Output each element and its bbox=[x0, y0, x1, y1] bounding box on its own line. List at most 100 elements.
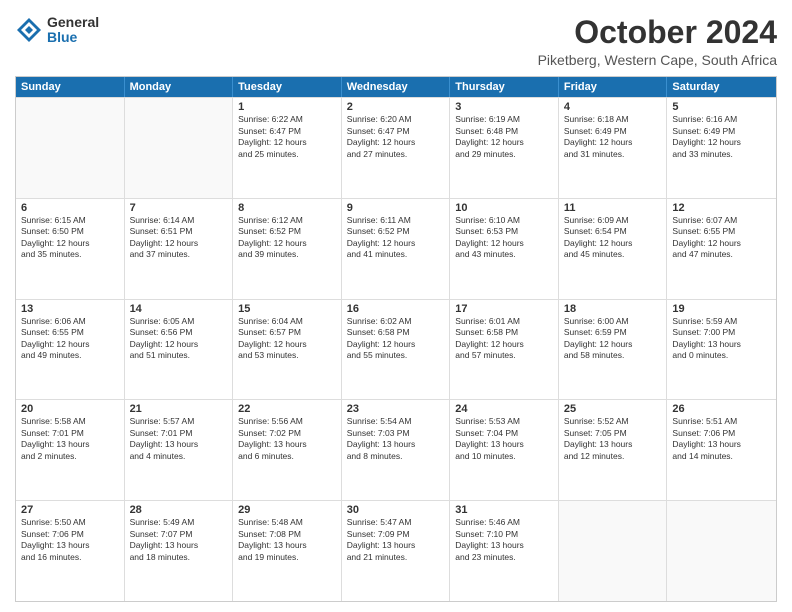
day-number: 15 bbox=[238, 303, 336, 315]
day-info: Sunrise: 5:56 AMSunset: 7:02 PMDaylight:… bbox=[238, 416, 336, 462]
day-number: 28 bbox=[130, 504, 228, 516]
logo-text: General Blue bbox=[47, 15, 99, 46]
day-number: 6 bbox=[21, 202, 119, 214]
day-info: Sunrise: 6:02 AMSunset: 6:58 PMDaylight:… bbox=[347, 316, 445, 362]
cal-cell-day-7: 7Sunrise: 6:14 AMSunset: 6:51 PMDaylight… bbox=[125, 199, 234, 299]
day-number: 27 bbox=[21, 504, 119, 516]
month-title: October 2024 bbox=[538, 15, 777, 50]
cal-row-0: 1Sunrise: 6:22 AMSunset: 6:47 PMDaylight… bbox=[16, 97, 776, 198]
day-number: 29 bbox=[238, 504, 336, 516]
day-info: Sunrise: 6:11 AMSunset: 6:52 PMDaylight:… bbox=[347, 215, 445, 261]
day-info: Sunrise: 5:48 AMSunset: 7:08 PMDaylight:… bbox=[238, 517, 336, 563]
cal-cell-day-6: 6Sunrise: 6:15 AMSunset: 6:50 PMDaylight… bbox=[16, 199, 125, 299]
day-number: 16 bbox=[347, 303, 445, 315]
cal-cell-day-17: 17Sunrise: 6:01 AMSunset: 6:58 PMDayligh… bbox=[450, 300, 559, 400]
cal-cell-day-8: 8Sunrise: 6:12 AMSunset: 6:52 PMDaylight… bbox=[233, 199, 342, 299]
day-number: 31 bbox=[455, 504, 553, 516]
cal-cell-day-16: 16Sunrise: 6:02 AMSunset: 6:58 PMDayligh… bbox=[342, 300, 451, 400]
day-number: 14 bbox=[130, 303, 228, 315]
day-number: 13 bbox=[21, 303, 119, 315]
day-info: Sunrise: 6:06 AMSunset: 6:55 PMDaylight:… bbox=[21, 316, 119, 362]
header-day-thursday: Thursday bbox=[450, 77, 559, 97]
day-info: Sunrise: 6:16 AMSunset: 6:49 PMDaylight:… bbox=[672, 114, 771, 160]
header-day-saturday: Saturday bbox=[667, 77, 776, 97]
day-number: 2 bbox=[347, 101, 445, 113]
cal-cell-day-20: 20Sunrise: 5:58 AMSunset: 7:01 PMDayligh… bbox=[16, 400, 125, 500]
cal-row-2: 13Sunrise: 6:06 AMSunset: 6:55 PMDayligh… bbox=[16, 299, 776, 400]
day-info: Sunrise: 5:58 AMSunset: 7:01 PMDaylight:… bbox=[21, 416, 119, 462]
cal-cell-day-22: 22Sunrise: 5:56 AMSunset: 7:02 PMDayligh… bbox=[233, 400, 342, 500]
cal-cell-day-1: 1Sunrise: 6:22 AMSunset: 6:47 PMDaylight… bbox=[233, 98, 342, 198]
day-info: Sunrise: 6:20 AMSunset: 6:47 PMDaylight:… bbox=[347, 114, 445, 160]
day-info: Sunrise: 5:57 AMSunset: 7:01 PMDaylight:… bbox=[130, 416, 228, 462]
cal-row-1: 6Sunrise: 6:15 AMSunset: 6:50 PMDaylight… bbox=[16, 198, 776, 299]
day-info: Sunrise: 6:19 AMSunset: 6:48 PMDaylight:… bbox=[455, 114, 553, 160]
day-number: 25 bbox=[564, 403, 662, 415]
calendar-body: 1Sunrise: 6:22 AMSunset: 6:47 PMDaylight… bbox=[16, 97, 776, 601]
day-info: Sunrise: 6:15 AMSunset: 6:50 PMDaylight:… bbox=[21, 215, 119, 261]
calendar-header: SundayMondayTuesdayWednesdayThursdayFrid… bbox=[16, 77, 776, 97]
cal-cell-empty bbox=[125, 98, 234, 198]
cal-cell-day-24: 24Sunrise: 5:53 AMSunset: 7:04 PMDayligh… bbox=[450, 400, 559, 500]
cal-cell-day-9: 9Sunrise: 6:11 AMSunset: 6:52 PMDaylight… bbox=[342, 199, 451, 299]
day-info: Sunrise: 5:49 AMSunset: 7:07 PMDaylight:… bbox=[130, 517, 228, 563]
cal-row-3: 20Sunrise: 5:58 AMSunset: 7:01 PMDayligh… bbox=[16, 399, 776, 500]
day-info: Sunrise: 6:14 AMSunset: 6:51 PMDaylight:… bbox=[130, 215, 228, 261]
cal-cell-empty bbox=[559, 501, 668, 601]
day-number: 4 bbox=[564, 101, 662, 113]
cal-cell-day-18: 18Sunrise: 6:00 AMSunset: 6:59 PMDayligh… bbox=[559, 300, 668, 400]
cal-cell-day-12: 12Sunrise: 6:07 AMSunset: 6:55 PMDayligh… bbox=[667, 199, 776, 299]
day-number: 23 bbox=[347, 403, 445, 415]
cal-row-4: 27Sunrise: 5:50 AMSunset: 7:06 PMDayligh… bbox=[16, 500, 776, 601]
day-info: Sunrise: 5:47 AMSunset: 7:09 PMDaylight:… bbox=[347, 517, 445, 563]
cal-cell-day-29: 29Sunrise: 5:48 AMSunset: 7:08 PMDayligh… bbox=[233, 501, 342, 601]
cal-cell-day-2: 2Sunrise: 6:20 AMSunset: 6:47 PMDaylight… bbox=[342, 98, 451, 198]
cal-cell-day-4: 4Sunrise: 6:18 AMSunset: 6:49 PMDaylight… bbox=[559, 98, 668, 198]
day-info: Sunrise: 6:04 AMSunset: 6:57 PMDaylight:… bbox=[238, 316, 336, 362]
day-number: 20 bbox=[21, 403, 119, 415]
logo-blue: Blue bbox=[47, 30, 99, 45]
cal-cell-day-23: 23Sunrise: 5:54 AMSunset: 7:03 PMDayligh… bbox=[342, 400, 451, 500]
header-day-sunday: Sunday bbox=[16, 77, 125, 97]
day-number: 8 bbox=[238, 202, 336, 214]
day-number: 17 bbox=[455, 303, 553, 315]
day-number: 26 bbox=[672, 403, 771, 415]
cal-cell-day-25: 25Sunrise: 5:52 AMSunset: 7:05 PMDayligh… bbox=[559, 400, 668, 500]
cal-cell-day-14: 14Sunrise: 6:05 AMSunset: 6:56 PMDayligh… bbox=[125, 300, 234, 400]
day-number: 19 bbox=[672, 303, 771, 315]
page: General Blue October 2024 Piketberg, Wes… bbox=[0, 0, 792, 612]
day-info: Sunrise: 5:50 AMSunset: 7:06 PMDaylight:… bbox=[21, 517, 119, 563]
cal-cell-day-15: 15Sunrise: 6:04 AMSunset: 6:57 PMDayligh… bbox=[233, 300, 342, 400]
day-info: Sunrise: 5:54 AMSunset: 7:03 PMDaylight:… bbox=[347, 416, 445, 462]
cal-cell-day-5: 5Sunrise: 6:16 AMSunset: 6:49 PMDaylight… bbox=[667, 98, 776, 198]
day-info: Sunrise: 5:53 AMSunset: 7:04 PMDaylight:… bbox=[455, 416, 553, 462]
location: Piketberg, Western Cape, South Africa bbox=[538, 52, 777, 68]
cal-cell-day-31: 31Sunrise: 5:46 AMSunset: 7:10 PMDayligh… bbox=[450, 501, 559, 601]
day-info: Sunrise: 6:10 AMSunset: 6:53 PMDaylight:… bbox=[455, 215, 553, 261]
cal-cell-day-11: 11Sunrise: 6:09 AMSunset: 6:54 PMDayligh… bbox=[559, 199, 668, 299]
day-number: 18 bbox=[564, 303, 662, 315]
day-info: Sunrise: 6:07 AMSunset: 6:55 PMDaylight:… bbox=[672, 215, 771, 261]
header-day-monday: Monday bbox=[125, 77, 234, 97]
cal-cell-empty bbox=[16, 98, 125, 198]
day-info: Sunrise: 6:22 AMSunset: 6:47 PMDaylight:… bbox=[238, 114, 336, 160]
logo-general: General bbox=[47, 15, 99, 30]
cal-cell-day-3: 3Sunrise: 6:19 AMSunset: 6:48 PMDaylight… bbox=[450, 98, 559, 198]
day-number: 22 bbox=[238, 403, 336, 415]
day-info: Sunrise: 6:00 AMSunset: 6:59 PMDaylight:… bbox=[564, 316, 662, 362]
day-info: Sunrise: 6:01 AMSunset: 6:58 PMDaylight:… bbox=[455, 316, 553, 362]
day-number: 12 bbox=[672, 202, 771, 214]
header: General Blue October 2024 Piketberg, Wes… bbox=[15, 15, 777, 68]
calendar: SundayMondayTuesdayWednesdayThursdayFrid… bbox=[15, 76, 777, 602]
header-day-tuesday: Tuesday bbox=[233, 77, 342, 97]
header-day-wednesday: Wednesday bbox=[342, 77, 451, 97]
day-number: 21 bbox=[130, 403, 228, 415]
day-number: 7 bbox=[130, 202, 228, 214]
day-number: 11 bbox=[564, 202, 662, 214]
day-number: 5 bbox=[672, 101, 771, 113]
cal-cell-day-28: 28Sunrise: 5:49 AMSunset: 7:07 PMDayligh… bbox=[125, 501, 234, 601]
day-info: Sunrise: 5:46 AMSunset: 7:10 PMDaylight:… bbox=[455, 517, 553, 563]
cal-cell-day-30: 30Sunrise: 5:47 AMSunset: 7:09 PMDayligh… bbox=[342, 501, 451, 601]
day-number: 1 bbox=[238, 101, 336, 113]
cal-cell-day-19: 19Sunrise: 5:59 AMSunset: 7:00 PMDayligh… bbox=[667, 300, 776, 400]
